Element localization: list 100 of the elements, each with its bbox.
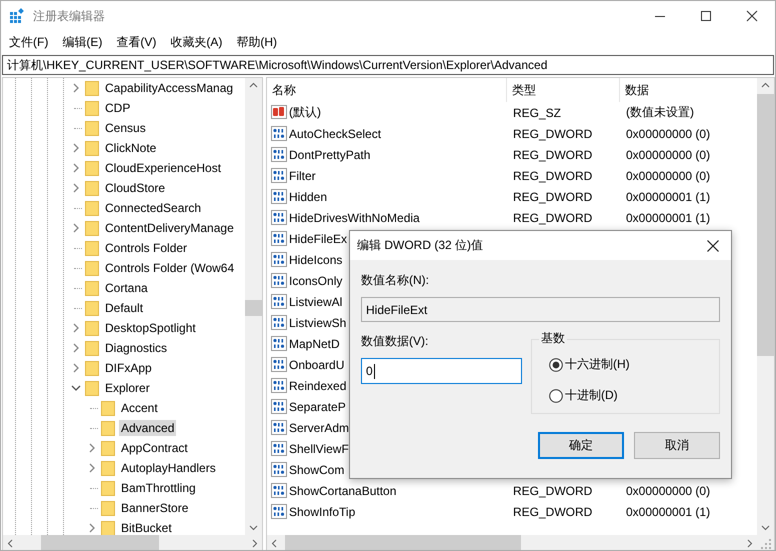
folder-icon: [85, 160, 99, 176]
scrollbar-thumb[interactable]: [757, 94, 774, 356]
value-name[interactable]: ShowInfoTip: [289, 504, 356, 518]
value-name[interactable]: Reindexed: [289, 378, 346, 392]
scrollbar-thumb[interactable]: [245, 300, 262, 316]
value-name[interactable]: HideIcons: [289, 252, 342, 266]
tree-item[interactable]: Controls Folder (Wow64: [103, 260, 236, 276]
column-header[interactable]: 数据: [620, 78, 750, 102]
binary-value-icon: [271, 356, 287, 372]
value-name[interactable]: ListviewAl: [289, 294, 342, 308]
tree-item[interactable]: CloudExperienceHost: [103, 160, 224, 176]
tree-item[interactable]: Cortana: [103, 280, 150, 296]
tree-item[interactable]: Diagnostics: [103, 340, 170, 356]
window-title: 注册表编辑器: [33, 8, 106, 24]
value-data-field[interactable]: 0: [361, 358, 522, 384]
value-name[interactable]: HideDrivesWithNoMedia: [289, 210, 420, 224]
folder-icon: [85, 300, 99, 316]
column-header[interactable]: 名称: [267, 78, 507, 102]
scrollbar-thumb[interactable]: [285, 535, 521, 550]
folder-icon: [85, 380, 99, 396]
menu-item[interactable]: 帮助(H): [235, 34, 278, 50]
table-cell-text: REG_DWORD: [512, 210, 594, 224]
chevron-right-icon[interactable]: [88, 463, 96, 473]
scrollbar-thumb[interactable]: [41, 535, 159, 550]
radio-button[interactable]: [549, 388, 563, 402]
value-name[interactable]: ServerAdm: [289, 420, 350, 434]
chevron-right-icon[interactable]: [88, 443, 96, 453]
tree-item[interactable]: Explorer: [103, 380, 152, 396]
radio-label[interactable]: 十六进制(H): [565, 356, 630, 373]
table-cell-text: REG_DWORD: [512, 148, 594, 162]
folder-icon: [85, 240, 99, 256]
tree-item[interactable]: AutoplayHandlers: [119, 460, 218, 476]
tree-item[interactable]: ClickNote: [103, 140, 158, 156]
tree-item[interactable]: ConnectedSearch: [103, 200, 204, 216]
dialog-title: 编辑 DWORD (32 位)值: [357, 237, 483, 254]
cancel-button[interactable]: 取消: [634, 432, 720, 459]
tree-item[interactable]: Accent: [119, 400, 160, 416]
field-label: 数值名称(N):: [361, 272, 430, 289]
chevron-right-icon[interactable]: [72, 163, 80, 173]
value-name[interactable]: ShellViewF: [289, 442, 349, 456]
binary-value-icon: [271, 314, 287, 330]
tree-item[interactable]: Advanced: [119, 420, 176, 436]
value-name[interactable]: AutoCheckSelect: [289, 126, 382, 140]
value-name[interactable]: ShowCortanaButton: [289, 484, 396, 498]
address-bar[interactable]: 计算机\HKEY_CURRENT_USER\SOFTWARE\Microsoft\Windows\CurrentVersion\Explorer\Advanced: [2, 55, 774, 75]
value-name[interactable]: DontPrettyPath: [289, 148, 370, 162]
folder-icon: [85, 140, 99, 156]
tree-item[interactable]: AppContract: [119, 440, 190, 456]
value-name[interactable]: MapNetD: [289, 336, 340, 350]
chevron-right-icon[interactable]: [72, 363, 80, 373]
folder-icon: [85, 120, 99, 136]
folder-icon: [101, 520, 115, 535]
tree-item[interactable]: Controls Folder: [103, 240, 190, 256]
tree-item[interactable]: BamThrottling: [119, 480, 198, 496]
tree-item[interactable]: CDP: [103, 100, 132, 116]
value-name[interactable]: Hidden: [289, 190, 328, 204]
binary-value-icon: [271, 146, 287, 162]
chevron-right-icon[interactable]: [72, 183, 80, 193]
tree-item[interactable]: DesktopSpotlight: [103, 320, 198, 336]
table-cell-text: (数值未设置): [625, 104, 694, 121]
tree-item[interactable]: BannerStore: [119, 500, 190, 516]
chevron-right-icon[interactable]: [72, 83, 80, 93]
menu-item[interactable]: 文件(F): [8, 34, 50, 50]
value-name[interactable]: IconsOnly: [289, 274, 342, 288]
folder-icon: [101, 460, 115, 476]
chevron-right-icon[interactable]: [72, 343, 80, 353]
binary-value-icon: [271, 336, 287, 352]
tree-item[interactable]: BitBucket: [119, 520, 174, 535]
folder-icon: [85, 80, 99, 96]
value-name[interactable]: (默认): [289, 104, 321, 121]
tree-item[interactable]: Default: [103, 300, 146, 316]
table-cell-text: 0x00000001 (1): [625, 504, 710, 518]
radio-button[interactable]: [549, 358, 563, 372]
binary-value-icon: [271, 168, 287, 184]
value-name[interactable]: ListviewSh: [289, 316, 346, 330]
chevron-right-icon[interactable]: [88, 523, 96, 533]
ok-button[interactable]: 确定: [538, 432, 624, 459]
tree-item[interactable]: DIFxApp: [103, 360, 154, 376]
chevron-down-icon[interactable]: [71, 384, 81, 392]
value-name[interactable]: ShowCom: [289, 462, 344, 476]
chevron-right-icon[interactable]: [72, 223, 80, 233]
chevron-right-icon[interactable]: [72, 323, 80, 333]
string-value-icon: [271, 104, 287, 120]
radio-label[interactable]: 十进制(D): [565, 387, 618, 404]
close-icon[interactable]: [706, 238, 720, 252]
tree-item[interactable]: ContentDeliveryManage: [103, 220, 236, 236]
menu-item[interactable]: 查看(V): [115, 34, 158, 50]
menu-item[interactable]: 编辑(E): [61, 34, 104, 50]
value-name[interactable]: SeparateP: [289, 400, 346, 414]
menu-item[interactable]: 收藏夹(A): [169, 34, 224, 50]
tree-item[interactable]: CloudStore: [103, 180, 168, 196]
value-name[interactable]: OnboardU: [289, 358, 344, 372]
tree-item[interactable]: CapabilityAccessManag: [103, 80, 236, 96]
value-name-field: HideFileExt: [361, 297, 720, 322]
chevron-right-icon[interactable]: [72, 143, 80, 153]
tree-item[interactable]: Census: [103, 120, 148, 136]
binary-value-icon: [271, 420, 287, 436]
value-name[interactable]: Filter: [289, 168, 316, 182]
value-name[interactable]: HideFileEx: [289, 232, 348, 246]
column-header[interactable]: 类型: [507, 78, 620, 102]
